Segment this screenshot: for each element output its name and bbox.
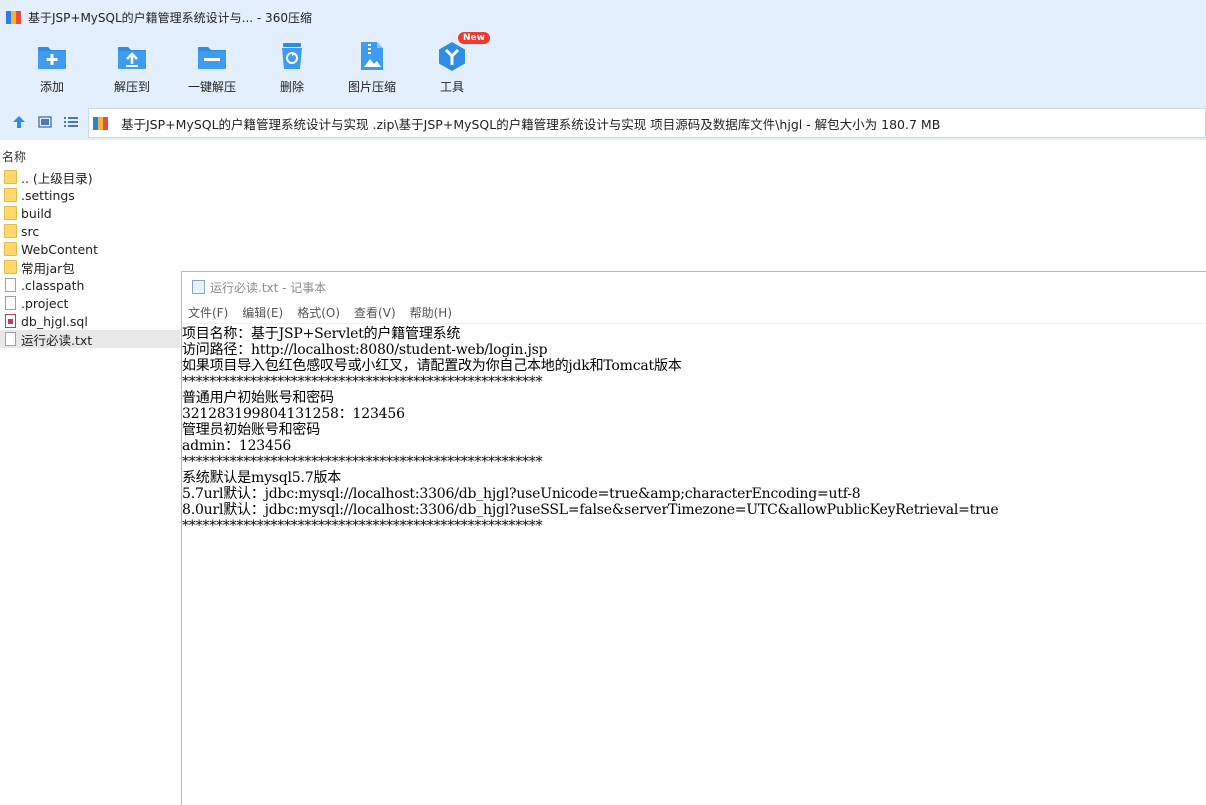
path-text: 基于JSP+MySQL的户籍管理系统设计与实现 .zip\基于JSP+MySQL… xyxy=(121,116,941,132)
text-line: 项目名称：基于JSP+Servlet的户籍管理系统 xyxy=(182,326,461,342)
tools-label: 工具 xyxy=(439,80,464,94)
delete-label: 删除 xyxy=(279,80,304,94)
folder-icon xyxy=(4,260,17,274)
file-name: .classpath xyxy=(21,277,85,293)
text-line: 普通用户初始账号和密码 xyxy=(182,390,334,406)
extract-to-button[interactable]: 解压到 xyxy=(92,34,172,104)
list-item-src[interactable]: src xyxy=(0,222,180,240)
window-title: 基于JSP+MySQL的户籍管理系统设计与... - 360压缩 xyxy=(28,10,312,25)
one-click-extract-button[interactable]: 一键解压 xyxy=(172,34,252,104)
text-line: 系统默认是mysql5.7版本 xyxy=(182,470,342,486)
archive-icon xyxy=(93,115,109,131)
menu-file[interactable]: 文件(F) xyxy=(188,304,228,321)
list-item-readme[interactable]: 运行必读.txt xyxy=(0,330,180,348)
toolbar: 添加 解压到 一键解压 删除 图片压缩 New 工具 xyxy=(0,32,1206,104)
file-name: .. (上级目录) xyxy=(21,170,93,186)
sql-file-icon xyxy=(5,314,16,328)
delete-button[interactable]: 删除 xyxy=(252,34,332,104)
file-icon xyxy=(5,278,16,292)
extract-to-icon xyxy=(115,40,149,72)
up-arrow-icon[interactable] xyxy=(6,111,32,133)
notepad-text-area[interactable]: 项目名称：基于JSP+Servlet的户籍管理系统 访问路径：http://lo… xyxy=(182,324,1206,534)
one-click-extract-icon xyxy=(195,40,229,72)
list-view-icon[interactable] xyxy=(58,111,84,133)
new-badge: New xyxy=(458,32,490,44)
notepad-icon xyxy=(192,280,205,294)
file-name: 运行必读.txt xyxy=(21,332,93,348)
file-name: .project xyxy=(21,295,69,311)
folder-icon xyxy=(4,170,17,184)
list-item-parent-dir[interactable]: .. (上级目录) xyxy=(0,168,180,186)
tools-button[interactable]: New 工具 xyxy=(412,32,492,104)
file-list: .. (上级目录) .settings build src WebContent… xyxy=(0,168,180,348)
text-line: admin：123456 xyxy=(182,438,292,454)
folder-icon xyxy=(4,206,17,220)
text-line: 5.7url默认：jdbc:mysql://localhost:3306/db_… xyxy=(182,486,861,502)
file-name: .settings xyxy=(21,187,75,203)
list-item-jar-folder[interactable]: 常用jar包 xyxy=(0,258,180,276)
notepad-title: 运行必读.txt - 记事本 xyxy=(210,280,327,295)
menu-view[interactable]: 查看(V) xyxy=(354,304,396,321)
text-line: ****************************************… xyxy=(182,374,543,390)
text-line: ****************************************… xyxy=(182,518,543,534)
folder-icon xyxy=(4,224,17,238)
text-line: 管理员初始账号和密码 xyxy=(182,422,320,438)
thumbnail-view-icon[interactable] xyxy=(32,111,58,133)
extract-to-label: 解压到 xyxy=(113,80,150,94)
file-name: build xyxy=(21,205,52,221)
menu-edit[interactable]: 编辑(E) xyxy=(242,304,283,321)
folder-icon xyxy=(4,188,17,202)
add-icon xyxy=(35,40,69,72)
list-item-project[interactable]: .project xyxy=(0,294,180,312)
text-file-icon xyxy=(5,332,16,346)
notepad-window: 运行必读.txt - 记事本 文件(F) 编辑(E) 格式(O) 查看(V) 帮… xyxy=(181,271,1206,805)
file-name: db_hjgl.sql xyxy=(21,313,88,329)
tools-icon xyxy=(435,40,469,72)
menu-help[interactable]: 帮助(H) xyxy=(410,304,452,321)
image-compress-icon xyxy=(355,40,389,72)
text-line: 如果项目导入包红色感叹号或小红叉，请配置改为你自己本地的jdk和Tomcat版本 xyxy=(182,358,682,374)
address-bar: 基于JSP+MySQL的户籍管理系统设计与实现 .zip\基于JSP+MySQL… xyxy=(0,104,1206,140)
list-item-build[interactable]: build xyxy=(0,204,180,222)
file-name: WebContent xyxy=(21,241,98,257)
list-item-webcontent[interactable]: WebContent xyxy=(0,240,180,258)
list-item-settings[interactable]: .settings xyxy=(0,186,180,204)
text-line: ****************************************… xyxy=(182,454,543,470)
text-line: 321283199804131258：123456 xyxy=(182,406,405,422)
image-compress-button[interactable]: 图片压缩 xyxy=(332,34,412,104)
one-click-extract-label: 一键解压 xyxy=(187,80,236,94)
file-name: 常用jar包 xyxy=(21,260,75,276)
add-button[interactable]: 添加 xyxy=(12,34,92,104)
delete-icon xyxy=(275,40,309,72)
image-compress-label: 图片压缩 xyxy=(347,80,396,94)
menu-format[interactable]: 格式(O) xyxy=(297,304,340,321)
app-logo-icon xyxy=(6,9,22,25)
list-item-classpath[interactable]: .classpath xyxy=(0,276,180,294)
notepad-menu-bar: 文件(F) 编辑(E) 格式(O) 查看(V) 帮助(H) xyxy=(182,302,1206,324)
file-icon xyxy=(5,296,16,310)
folder-icon xyxy=(4,242,17,256)
text-line: 访问路径：http://localhost:8080/student-web/l… xyxy=(182,342,548,358)
notepad-title-bar: 运行必读.txt - 记事本 xyxy=(182,272,1206,302)
add-label: 添加 xyxy=(39,80,64,94)
list-item-sql[interactable]: db_hjgl.sql xyxy=(0,312,180,330)
title-bar: 基于JSP+MySQL的户籍管理系统设计与... - 360压缩 xyxy=(0,0,1206,34)
path-field[interactable]: 基于JSP+MySQL的户籍管理系统设计与实现 .zip\基于JSP+MySQL… xyxy=(88,108,1206,138)
file-name: src xyxy=(21,223,40,239)
column-header-name[interactable]: 名称 xyxy=(0,146,180,166)
text-line: 8.0url默认：jdbc:mysql://localhost:3306/db_… xyxy=(182,502,999,518)
